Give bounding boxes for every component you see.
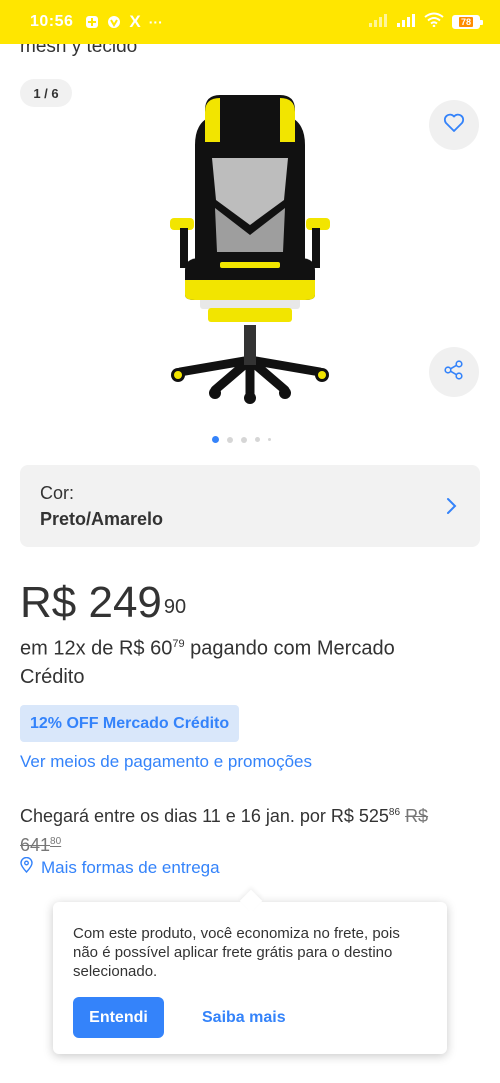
shipping-text: Chegará entre os dias 11 e 16 jan. por R… <box>20 806 389 826</box>
more-shipping-link[interactable]: Mais formas de entrega <box>20 856 220 878</box>
price: R$ 249 90 <box>20 578 186 628</box>
status-bar: 10:56 X ··· 78 <box>0 0 500 44</box>
app-icon <box>107 15 121 29</box>
tooltip-text: Com este produto, você economiza no fret… <box>73 925 400 980</box>
installment-info: em 12x de R$ 6079 pagando com Mercado Cr… <box>20 630 460 691</box>
image-pagination <box>212 436 271 443</box>
battery-icon: 78 <box>452 15 483 29</box>
wifi-icon <box>424 12 444 32</box>
status-time: 10:56 <box>30 13 74 30</box>
more-shipping-label: Mais formas de entrega <box>41 857 220 877</box>
variant-label: Cor: <box>40 483 75 503</box>
price-integer: 249 <box>88 578 162 627</box>
share-button[interactable] <box>429 347 479 397</box>
promo-badge: 12% OFF Mercado Crédito <box>20 705 240 742</box>
payment-methods-link[interactable]: Ver meios de pagamento e promoções <box>20 752 312 772</box>
pagination-dot[interactable] <box>255 437 260 442</box>
more-notifications-icon: ··· <box>148 14 163 30</box>
battery-level: 78 <box>458 17 473 27</box>
price-currency: R$ <box>20 578 77 627</box>
installment-prefix: em 12x de R$ 60 <box>20 637 173 660</box>
pagination-dot[interactable] <box>241 436 247 443</box>
variant-value: Preto/Amarelo <box>40 509 164 529</box>
color-variant-selector[interactable]: Cor: Preto/Amarelo <box>20 465 480 547</box>
location-pin-icon <box>20 856 33 878</box>
pagination-dot[interactable] <box>268 438 271 441</box>
share-icon <box>443 359 465 386</box>
shipping-old-price-cents: 80 <box>50 836 62 847</box>
learn-more-link[interactable]: Saiba mais <box>202 1009 286 1027</box>
shipping-info: Chegará entre os dias 11 e 16 jan. por R… <box>20 800 470 858</box>
shipping-price-cents: 86 <box>388 807 401 818</box>
got-it-button[interactable]: Entendi <box>73 997 164 1038</box>
favorite-button[interactable] <box>429 100 479 150</box>
tooltip-actions: Entendi Saiba mais <box>73 997 427 1038</box>
image-counter: 1 / 6 <box>20 79 72 107</box>
signal-icon <box>368 13 388 32</box>
product-image[interactable] <box>160 90 340 420</box>
chair-illustration <box>170 95 330 404</box>
heart-icon <box>443 113 465 138</box>
notification-icon <box>85 15 99 29</box>
chevron-right-icon <box>446 497 458 520</box>
x-icon: X <box>129 12 141 31</box>
pagination-dot[interactable] <box>212 436 219 443</box>
price-cents: 90 <box>163 596 187 618</box>
installment-cents: 79 <box>172 638 185 650</box>
pagination-dot[interactable] <box>227 436 233 443</box>
shipping-tooltip: Com este produto, você economiza no fret… <box>53 902 447 1054</box>
signal-icon-2 <box>396 13 416 32</box>
